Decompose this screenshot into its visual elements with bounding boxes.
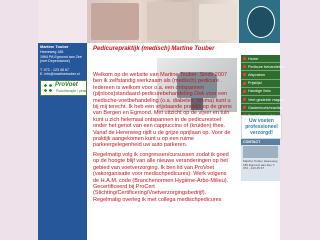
nav-item-home[interactable]: Home <box>241 55 280 64</box>
bullet-icon <box>243 89 246 93</box>
right-header-image <box>239 0 280 43</box>
contact-box: CONTACT Martine Touber Heereweg 186 Egmo… <box>241 139 280 181</box>
logo-icon <box>247 6 275 38</box>
bullet-icon <box>243 81 246 85</box>
nav-label: Gastenboek/reacties <box>248 105 283 110</box>
owner-name: Martine Touber <box>40 44 69 49</box>
paragraph: Welkom op de website van Martine Touber.… <box>93 72 232 149</box>
bullet-icon <box>243 73 246 77</box>
provoet-title: ProVoet <box>55 82 78 88</box>
contact-header: CONTACT <box>241 139 280 145</box>
nav-item-faq[interactable]: Veel gestelde vragen <box>241 96 284 105</box>
contact-image <box>243 146 278 158</box>
header-left-strip <box>38 0 87 43</box>
header-photo-room <box>199 4 237 40</box>
nav-label: Pedicure behandelen <box>248 64 284 69</box>
nav-label: Prijsliijst <box>248 81 262 86</box>
promo-line-2: professioneel verzorgd! <box>245 124 278 136</box>
page-title: Pedicurepraktijk (medisch) Martine Toube… <box>93 46 215 52</box>
nav-item-afspraken[interactable]: Afspraken <box>241 71 280 80</box>
bullet-icon <box>243 106 246 110</box>
provoet-logo[interactable]: ProVoet Podotherapie / pedicure <box>40 80 92 96</box>
nav-label: Veel gestelde vragen <box>248 97 284 102</box>
main-content: Pedicurepraktijk (medisch) Martine Toube… <box>87 43 239 240</box>
header-photos <box>87 0 239 43</box>
body-text: Welkom op de website van Martine Touber.… <box>93 72 233 206</box>
nav-item-prijslijst[interactable]: Prijsliijst <box>241 80 280 88</box>
nav-label: Home <box>248 56 259 61</box>
bullet-icon <box>243 57 246 61</box>
header-photo-treatment <box>147 2 192 40</box>
right-sidebar: Home Pedicure behandelen Afspraken Prijs… <box>239 0 284 240</box>
nav-item-links[interactable]: Handige links <box>241 88 280 96</box>
bullet-icon <box>243 98 246 102</box>
paragraph: Regelmatig volg ik congressen/cursussen … <box>93 151 229 203</box>
nav-label: Afspraken <box>248 72 266 77</box>
nav-label: Handige links <box>248 89 271 94</box>
header-photo-feet <box>91 3 139 40</box>
contact-body: Martine Touber Heereweg 186 Egmond aan Z… <box>243 159 278 171</box>
nav-item-pedicure[interactable]: Pedicure behandelen <box>241 63 284 72</box>
provoet-dots-icon <box>43 83 53 92</box>
email-line[interactable]: E. info@martinetouber.nl <box>40 72 87 76</box>
bullet-icon <box>243 65 246 69</box>
contact-sidebar: Martine Touber Heereweg 186 1964 PA Egmo… <box>38 43 87 240</box>
nav-item-gastenboek[interactable]: Gastenboek/reacties <box>241 104 283 113</box>
main-navigation: Home Pedicure behandelen Afspraken Prijs… <box>241 55 284 121</box>
promo-banner[interactable]: Uw voeten professioneel verzorgd! <box>241 115 282 139</box>
